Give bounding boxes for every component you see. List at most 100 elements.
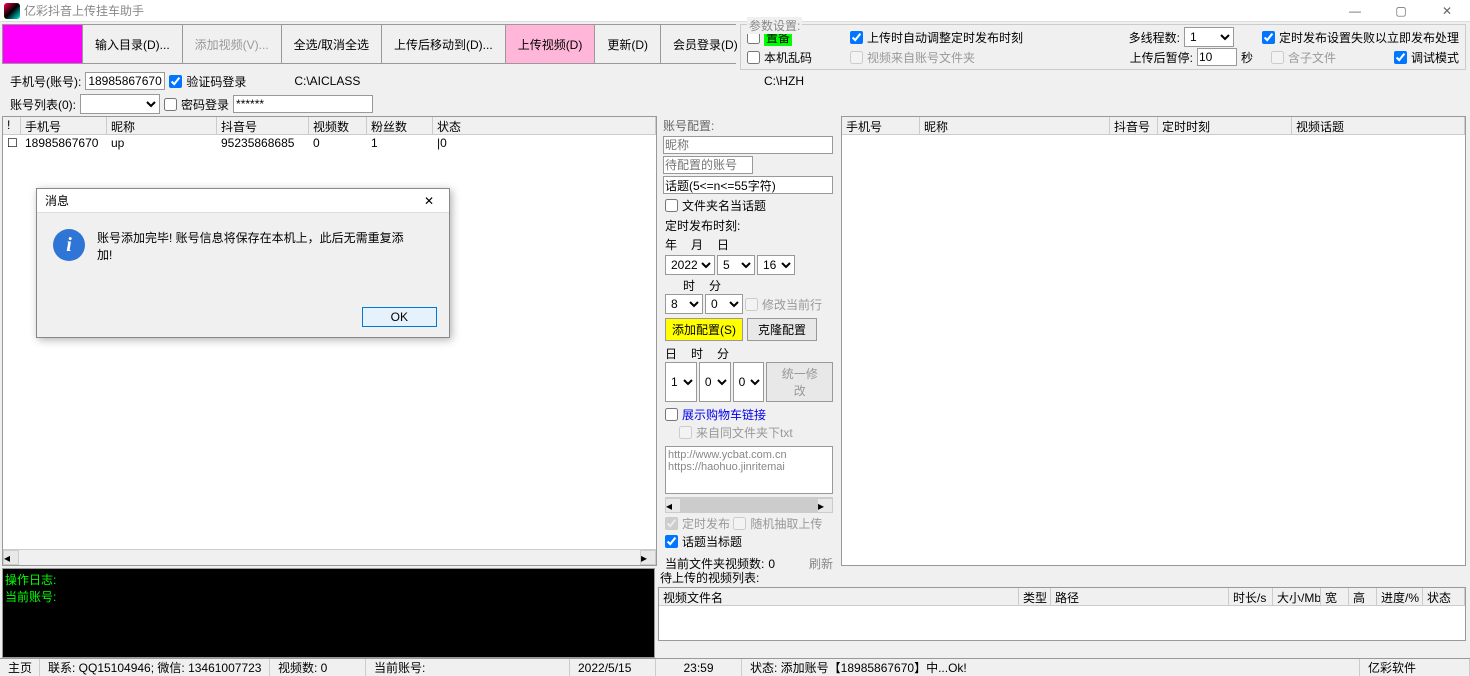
rcol-phone[interactable]: 手机号 [842,117,920,134]
gen-script-button[interactable]: 生成脚本(M) [3,25,83,63]
select-all-button[interactable]: 全选/取消全选 [282,25,382,63]
unify-button[interactable]: 统一修改 [766,362,833,402]
status-home[interactable]: 主页 [0,659,40,676]
table-row[interactable]: ☐ 18985867670 up 95235868685 0 1 |0 [3,135,656,153]
ucol-filename[interactable]: 视频文件名 [659,588,1019,605]
status-brand: 亿彩软件 [1360,659,1470,676]
config-table: 手机号 昵称 抖音号 定时时刻 视频话题 [841,116,1466,566]
month-select[interactable]: 5 [717,255,755,275]
auto-adjust-checkbox[interactable]: 上传时自动调整定时发布时刻 [850,29,1023,46]
statusbar: 主页 联系: QQ15104946; 微信: 13461007723 视频数: … [0,658,1470,676]
topic-title-checkbox[interactable]: 话题当标题 [665,533,742,550]
path1-label: C:\AICLASS [294,74,360,88]
phone-input[interactable] [85,72,165,90]
day-select[interactable]: 16 [757,255,795,275]
schedule-label: 定时发布时刻: [659,217,839,234]
offset-day-select[interactable]: 1 [665,362,697,402]
ok-button[interactable]: OK [362,307,437,327]
info-icon: i [53,229,85,261]
pending-account-input[interactable] [663,156,753,174]
ucol-stat[interactable]: 状态 [1423,588,1465,605]
hscrollbar[interactable]: ◂▸ [3,549,656,565]
accounts-label: 账号列表(0): [10,96,76,113]
local-encoding-checkbox[interactable]: 本机乱码 [747,49,812,66]
rcol-time[interactable]: 定时时刻 [1158,117,1292,134]
phone-label: 手机号(账号): [10,73,81,90]
subfile-checkbox: 含子文件 [1271,49,1336,66]
rcol-nick[interactable]: 昵称 [920,117,1110,134]
ucol-type[interactable]: 类型 [1019,588,1051,605]
col-check[interactable]: ! [3,117,21,134]
move-after-upload-button[interactable]: 上传后移动到(D)... [382,25,506,63]
pause-label: 上传后暂停: [1130,49,1193,66]
threads-select[interactable]: 1 [1184,27,1234,47]
update-button[interactable]: 更新(D) [595,25,661,63]
video-from-folder-checkbox: 视频来自账号文件夹 [850,49,975,66]
accounts-select[interactable] [80,94,160,114]
minute-select[interactable]: 0 [705,294,743,314]
year-select[interactable]: 2022 [665,255,715,275]
status-state: 状态: 添加账号【18985867670】中...Ok! [742,659,1360,676]
rcol-douyin[interactable]: 抖音号 [1110,117,1158,134]
pwd-login-checkbox[interactable]: 密码登录 [164,96,229,113]
input-dir-button[interactable]: 输入目录(D)... [83,25,183,63]
log-line1: 操作日志: [5,571,652,588]
window-title: 亿彩抖音上传挂车助手 [24,2,1332,19]
upload-list-label: 待上传的视频列表: [658,568,1466,587]
log-line2: 当前账号: [5,588,652,605]
dialog-close-button[interactable]: ✕ [409,194,449,208]
verify-login-checkbox[interactable]: 验证码登录 [169,73,246,90]
hour-select[interactable]: 8 [665,294,703,314]
topic-input[interactable] [663,176,833,194]
maximize-button[interactable]: ▢ [1378,0,1424,22]
url-hscroll[interactable]: ◂▸ [665,497,833,513]
config-label: 账号配置: [659,116,839,135]
col-nick[interactable]: 昵称 [107,117,217,134]
accounts-table: ! 手机号 昵称 抖音号 视频数 粉丝数 状态 ☐ 18985867670 up… [2,116,657,566]
close-button[interactable]: ✕ [1424,0,1470,22]
ucol-w[interactable]: 宽 [1321,588,1349,605]
ucol-dur[interactable]: 时长/s [1229,588,1273,605]
col-videos[interactable]: 视频数 [309,117,367,134]
add-video-button[interactable]: 添加视频(V)... [183,25,282,63]
clone-config-button[interactable]: 克隆配置 [747,318,817,341]
pwd-input[interactable] [233,95,373,113]
account-config-panel: 账号配置: 文件夹名当话题 定时发布时刻: 年月日 2022 5 16 时分 8… [659,116,839,566]
from-txt-checkbox: 来自同文件夹下txt [665,424,793,441]
main-toolbar: 生成脚本(M) 输入目录(D)... 添加视频(V)... 全选/取消全选 上传… [2,24,736,64]
col-fans[interactable]: 粉丝数 [367,117,433,134]
rcol-topic[interactable]: 视频话题 [1292,117,1465,134]
modify-row-checkbox: 修改当前行 [745,296,822,313]
show-cart-checkbox[interactable]: 展示购物车链接 [665,406,766,423]
fallback-checkbox[interactable]: 定时发布设置失败以立即发布处理 [1262,29,1459,46]
ucol-h[interactable]: 高 [1349,588,1377,605]
random-checkbox: 随机抽取上传 [733,515,822,532]
pause-unit: 秒 [1241,49,1253,66]
offset-hour-select[interactable]: 0 [699,362,731,402]
folder-topic-checkbox[interactable]: 文件夹名当话题 [665,197,766,214]
upload-video-button[interactable]: 上传视频(D) [506,25,596,63]
app-icon [4,3,20,19]
urls-textarea[interactable]: http://www.ycbat.com.cn https://haohuo.j… [665,446,833,494]
add-config-button[interactable]: 添加配置(S) [665,318,743,341]
offset-min-select[interactable]: 0 [733,362,765,402]
nick-input[interactable] [663,136,833,154]
col-status[interactable]: 状态 [433,117,656,134]
minimize-button[interactable]: — [1332,0,1378,22]
ucol-prog[interactable]: 进度/% [1377,588,1423,605]
settings-legend: 参数设置: [747,17,802,34]
member-login-button[interactable]: 会员登录(D) [661,25,750,63]
dialog-message: 账号添加完毕! 账号信息将保存在本机上，此后无需重复添加! [97,229,417,263]
settings-panel: 参数设置: 置备 上传时自动调整定时发布时刻 多线程数: 1 定时发布设置失败以… [740,24,1466,70]
status-contact: 联系: QQ15104946; 微信: 13461007723 [40,659,270,676]
col-douyin[interactable]: 抖音号 [217,117,309,134]
threads-label: 多线程数: [1129,29,1180,46]
log-area: 操作日志: 当前账号: [2,568,655,658]
debug-checkbox[interactable]: 调试模式 [1394,49,1459,66]
message-dialog: 消息 ✕ i 账号添加完毕! 账号信息将保存在本机上，此后无需重复添加! OK [36,188,450,338]
ucol-size[interactable]: 大小/Mb [1273,588,1321,605]
col-phone[interactable]: 手机号 [21,117,107,134]
ucol-path[interactable]: 路径 [1051,588,1229,605]
pause-input[interactable] [1197,48,1237,66]
main-area: ! 手机号 昵称 抖音号 视频数 粉丝数 状态 ☐ 18985867670 up… [0,116,1470,566]
